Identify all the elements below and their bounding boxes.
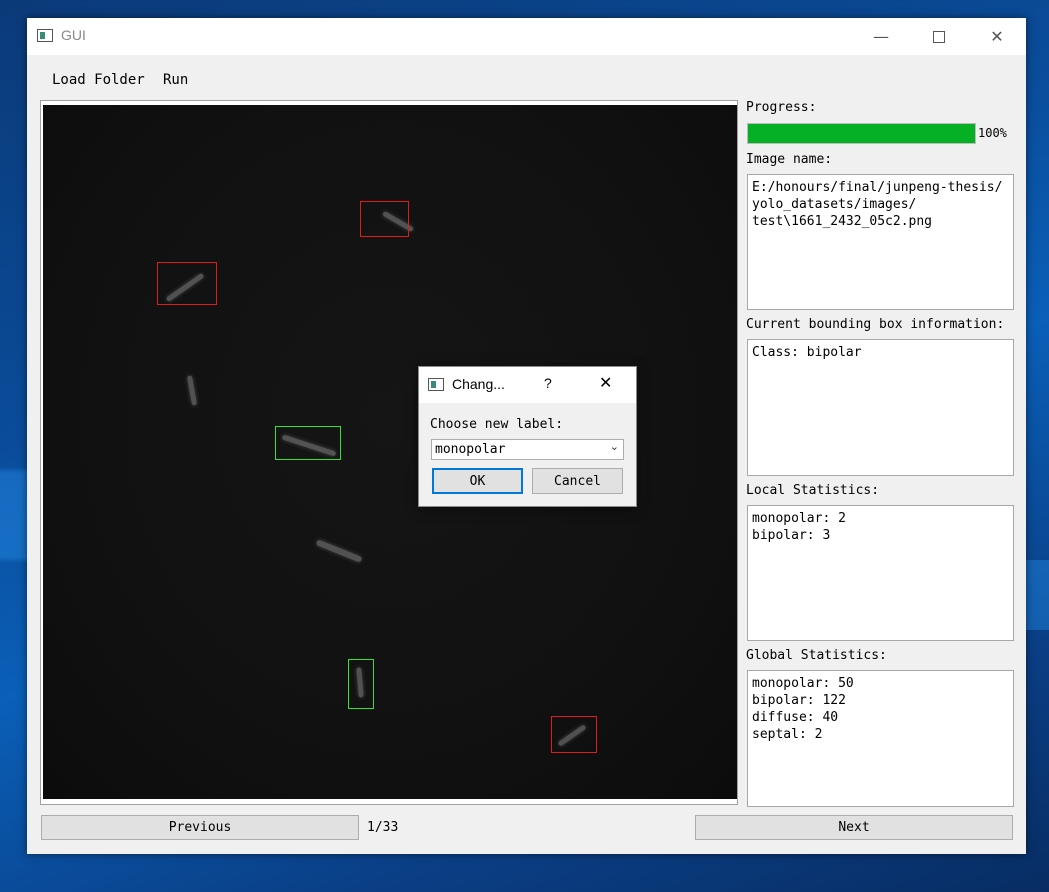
bounding-box-bipolar[interactable] [551,716,597,753]
menu-load-folder[interactable]: Load Folder [52,72,145,88]
close-icon: ✕ [990,27,1004,46]
app-icon [37,29,53,42]
close-button[interactable]: ✕ [968,18,1026,55]
cancel-button[interactable]: Cancel [532,468,623,494]
local-stats-field[interactable]: monopolar: 2 bipolar: 3 [747,505,1014,641]
menu-bar: Load Folder Run [27,55,1026,88]
progress-bar [747,123,976,144]
image-name-field[interactable]: E:/honours/final/junpeng-thesis/ yolo_da… [747,174,1014,310]
minimize-button[interactable]: — [852,18,910,55]
progress-fill [748,124,975,143]
bounding-box-bipolar[interactable] [360,201,409,237]
bounding-box-monopolar[interactable] [275,426,341,460]
dialog-prompt: Choose new label: [430,417,564,432]
label-select-value: monopolar [435,442,506,457]
bbox-info-field[interactable]: Class: bipolar [747,339,1014,476]
global-stats-label: Global Statistics: [746,648,887,663]
change-label-dialog: Chang... ? ✕ Choose new label: monopolar… [418,366,637,507]
dialog-app-icon [428,378,444,391]
ok-button[interactable]: OK [432,468,523,494]
help-button[interactable]: ? [544,375,552,391]
local-stats-label: Local Statistics: [746,483,880,498]
dialog-title: Chang... [452,376,505,392]
label-select[interactable]: monopolar ⌄ [431,439,624,460]
progress-percent: 100% [978,126,1007,140]
page-indicator: 1/33 [367,820,399,835]
bacterium [186,375,198,406]
menu-run[interactable]: Run [163,72,188,88]
bounding-box-bipolar[interactable] [157,262,217,305]
chevron-down-icon: ⌄ [609,440,619,453]
image-name-label: Image name: [746,152,833,167]
bounding-box-monopolar[interactable] [348,659,374,709]
global-stats-field[interactable]: monopolar: 50 bipolar: 122 diffuse: 40 s… [747,670,1014,807]
dialog-close-button[interactable]: ✕ [599,373,612,392]
maximize-button[interactable] [910,18,968,55]
dialog-title-bar: Chang... ? ✕ [419,367,636,403]
minimize-icon: — [873,27,889,46]
progress-label: Progress: [746,100,817,115]
title-bar: GUI — ✕ [27,18,1026,55]
previous-button[interactable]: Previous [41,815,359,840]
bacterium [315,539,363,563]
maximize-icon [933,30,945,43]
next-button[interactable]: Next [695,815,1013,840]
window-title: GUI [61,27,86,43]
bbox-info-label: Current bounding box information: [746,317,1005,332]
